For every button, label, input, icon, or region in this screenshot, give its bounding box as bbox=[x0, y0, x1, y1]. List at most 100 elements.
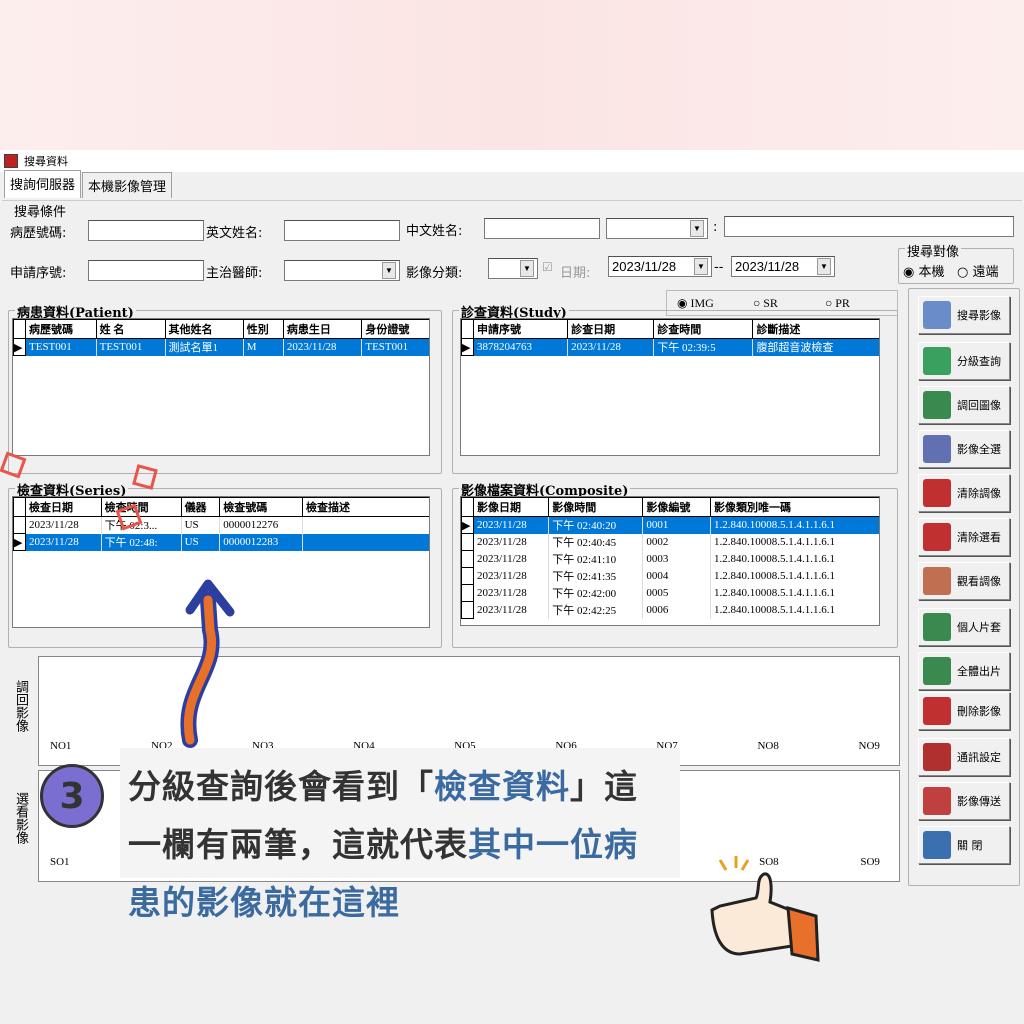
image-category-label: 影像分類: bbox=[406, 266, 463, 281]
table-row[interactable]: 2023/11/28 下午 02:41:10 0003 1.2.840.10008.5… bbox=[461, 550, 879, 568]
chinese-name-input[interactable] bbox=[484, 218, 600, 239]
image-slot-label: SO9 bbox=[860, 856, 880, 868]
button-delete-image[interactable]: 刪除影像 bbox=[918, 692, 1010, 730]
table-row[interactable]: ▶ TEST001 TEST001 測試名單1 M 2023/11/28 TEST001 bbox=[13, 338, 429, 356]
tutorial-caption: 分級查詢後會看到「檢查資料」這一欄有兩筆，這就代表其中一位病患的影像就在這裡 bbox=[128, 758, 668, 932]
table-row[interactable]: 2023/11/28 下午 02:40:45 0002 1.2.840.10008.5… bbox=[461, 533, 879, 551]
table-cell: 0000012276 bbox=[219, 516, 303, 534]
button-label: 搜尋影像 bbox=[957, 309, 1001, 322]
column-header[interactable]: 身份證號 bbox=[361, 319, 429, 339]
modality-img-radio[interactable]: ◉ IMG bbox=[677, 296, 714, 311]
column-header[interactable]: 檢查號碼 bbox=[219, 497, 303, 517]
english-name-input[interactable] bbox=[284, 220, 400, 241]
button-comm-settings[interactable]: 通訊設定 bbox=[918, 738, 1010, 776]
image-slot-label: SO1 bbox=[50, 856, 70, 868]
composite-grid[interactable]: 影像日期 影像時間 影像編號 影像類別唯一碼 ▶ 2023/11/28 下午 02:40:… bbox=[460, 496, 880, 626]
date-checkbox[interactable]: ☑ bbox=[542, 260, 553, 274]
date-from-picker[interactable]: 2023/11/28 ▼ bbox=[608, 256, 712, 277]
doctor-label: 主治醫師: bbox=[206, 266, 263, 281]
table-row[interactable]: ▶ 3878204763 2023/11/28 下午 02:39:5 腹部超音波檢查 bbox=[461, 338, 879, 356]
request-number-input[interactable] bbox=[88, 260, 204, 281]
table-row[interactable]: 2023/11/28 下午 02:42:00 0005 1.2.840.10008.5… bbox=[461, 584, 879, 602]
image-transfer-icon bbox=[923, 787, 951, 815]
column-header[interactable]: 申請序號 bbox=[472, 319, 569, 339]
column-header[interactable]: 診查時間 bbox=[653, 319, 754, 339]
button-image-transfer[interactable]: 影像傳送 bbox=[918, 782, 1010, 820]
button-personal-film[interactable]: 個人片套 bbox=[918, 608, 1010, 646]
table-cell: 2023/11/28 bbox=[567, 338, 655, 356]
button-clear-selected[interactable]: 清除選看 bbox=[918, 518, 1010, 556]
button-clear-recall[interactable]: 清除調像 bbox=[918, 474, 1010, 512]
select-images-label: 選看影像 bbox=[13, 792, 28, 844]
table-row[interactable]: ▶ 2023/11/28 下午 02:40:20 0001 1.2.840.10008.… bbox=[461, 516, 879, 534]
button-tiered-query[interactable]: 分級查詢 bbox=[918, 342, 1010, 380]
modality-pr-radio[interactable]: ○ PR bbox=[825, 296, 850, 311]
column-header[interactable]: 其他姓名 bbox=[164, 319, 244, 339]
table-cell: TEST001 bbox=[96, 338, 166, 356]
chinese-name-label: 中文姓名: bbox=[406, 224, 463, 239]
table-cell: 2023/11/28 bbox=[473, 516, 550, 534]
button-close-door[interactable]: 關 閉 bbox=[918, 826, 1010, 864]
table-cell: 2023/11/28 bbox=[473, 567, 550, 585]
column-header[interactable]: 病歷號碼 bbox=[25, 319, 97, 339]
button-view-image[interactable]: 觀看調像 bbox=[918, 562, 1010, 600]
modality-pr-label: PR bbox=[835, 296, 850, 310]
tab-local-image-management[interactable]: 本機影像管理 bbox=[82, 172, 173, 198]
patient-grid[interactable]: 病歷號碼姓 名其他姓名 性別 病患生日 身份證號 ▶ TEST001 TEST001 測試名… bbox=[12, 318, 430, 456]
table-cell: 2023/11/28 bbox=[473, 533, 550, 551]
date-to-picker[interactable]: 2023/11/28 ▼ bbox=[731, 256, 835, 277]
column-header[interactable]: 檢查描述 bbox=[302, 497, 429, 517]
column-header[interactable]: 病患生日 bbox=[282, 319, 363, 339]
column-header[interactable]: 儀器 bbox=[180, 497, 221, 517]
mrn-label: 病歷號碼: bbox=[10, 226, 67, 241]
title-bar: 搜尋資料 bbox=[0, 150, 1024, 172]
mrn-input[interactable] bbox=[88, 220, 204, 241]
tab-server-search[interactable]: 搜詢伺服器 bbox=[4, 170, 82, 198]
table-cell: 1.2.840.10008.5.1.4.1.1.6.1 bbox=[710, 533, 879, 551]
search-image-icon bbox=[923, 301, 951, 329]
button-recall-image[interactable]: 調回圖像 bbox=[918, 386, 1010, 424]
table-row[interactable]: 2023/11/28 下午 02:41:35 0004 1.2.840.10008.5… bbox=[461, 567, 879, 585]
modality-sr-radio[interactable]: ○ SR bbox=[753, 296, 778, 311]
table-cell: 0000012283 bbox=[219, 533, 303, 551]
study-grid[interactable]: 申請序號 診查日期 診查時間 診斷描述 ▶ 3878204763 2023/11/28 下午… bbox=[460, 318, 880, 456]
column-header[interactable]: 診查日期 bbox=[567, 319, 655, 339]
modality-img-label: IMG bbox=[690, 296, 714, 310]
extra-name-input[interactable] bbox=[724, 216, 1014, 237]
column-header[interactable]: 診斷描述 bbox=[752, 319, 879, 339]
step-number-badge: 3 bbox=[40, 764, 104, 828]
button-search-image[interactable]: 搜尋影像 bbox=[918, 296, 1010, 334]
column-header[interactable]: 影像類別唯一碼 bbox=[710, 497, 879, 517]
recall-images-label: 調回影像 bbox=[13, 680, 28, 732]
button-label: 清除調像 bbox=[957, 487, 1001, 500]
table-cell: 1.2.840.10008.5.1.4.1.1.6.1 bbox=[710, 567, 879, 585]
button-print-all[interactable]: 全體出片 bbox=[918, 652, 1010, 690]
button-label: 影像傳送 bbox=[957, 795, 1001, 808]
target-local-radio[interactable]: ◉ 本機 bbox=[903, 261, 945, 280]
personal-film-icon bbox=[923, 613, 951, 641]
english-name-label: 英文姓名: bbox=[206, 226, 263, 241]
button-label: 通訊設定 bbox=[957, 751, 1001, 764]
row-indicator bbox=[461, 601, 474, 619]
image-category-select[interactable]: ▼ bbox=[488, 258, 538, 279]
button-label: 調回圖像 bbox=[957, 399, 1001, 412]
name-type-select[interactable]: ▼ bbox=[606, 218, 708, 239]
target-remote-radio[interactable]: ○ 遠端 bbox=[957, 261, 999, 280]
pointer-arrow-icon bbox=[180, 579, 235, 748]
button-label: 清除選看 bbox=[957, 531, 1001, 544]
table-cell: 2023/11/28 bbox=[473, 550, 550, 568]
column-header[interactable]: 影像編號 bbox=[642, 497, 712, 517]
column-header[interactable]: 影像日期 bbox=[472, 497, 550, 517]
column-header[interactable]: 影像時間 bbox=[548, 497, 644, 517]
button-select-all[interactable]: 影像全選 bbox=[918, 430, 1010, 468]
table-cell: 0001 bbox=[642, 516, 712, 534]
sparkle-decoration-icon bbox=[0, 451, 158, 531]
table-cell: 2023/11/28 bbox=[473, 601, 550, 619]
doctor-select[interactable]: ▼ bbox=[284, 260, 400, 281]
table-cell: 下午 02:42:25 bbox=[548, 601, 644, 619]
column-header[interactable]: 姓 名 bbox=[95, 319, 166, 339]
delete-image-icon bbox=[923, 697, 951, 725]
table-row[interactable]: 2023/11/28 下午 02:42:25 0006 1.2.840.10008.5… bbox=[461, 601, 879, 619]
column-header[interactable]: 性別 bbox=[242, 319, 284, 339]
button-label: 關 閉 bbox=[957, 839, 983, 852]
